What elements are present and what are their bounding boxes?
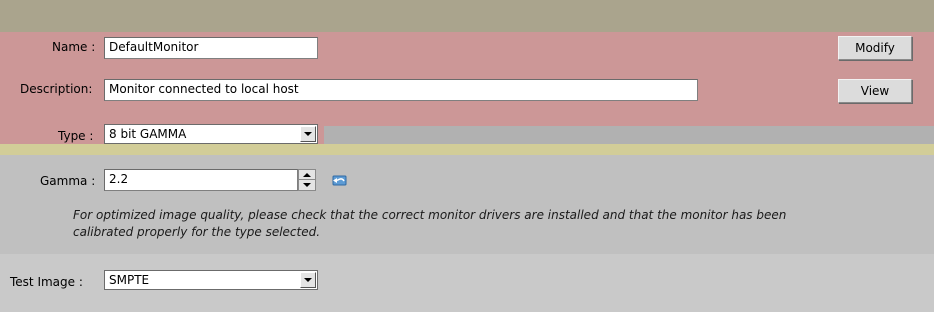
view-button[interactable]: View	[838, 79, 912, 103]
calibration-note-line2: calibrated properly for the type selecte…	[73, 225, 321, 239]
section-separator	[0, 144, 934, 155]
gamma-spinner[interactable]	[298, 169, 316, 191]
top-band	[0, 0, 934, 32]
type-row-background	[324, 126, 934, 144]
type-select-value: 8 bit GAMMA	[109, 127, 187, 141]
type-select[interactable]: 8 bit GAMMA	[104, 124, 318, 144]
reset-arrow-icon[interactable]	[330, 173, 348, 187]
spin-up-icon[interactable]	[299, 170, 315, 180]
calibration-note-line1: For optimized image quality, please chec…	[73, 208, 787, 222]
test-image-label: Test Image :	[10, 275, 83, 289]
test-image-select-value: SMPTE	[109, 273, 150, 287]
gamma-input[interactable]: 2.2	[104, 169, 298, 191]
modify-button[interactable]: Modify	[838, 36, 912, 60]
calibration-note: For optimized image quality, please chec…	[73, 207, 786, 241]
type-label: Type :	[58, 129, 94, 143]
gamma-label: Gamma :	[40, 174, 96, 188]
name-input[interactable]: DefaultMonitor	[104, 37, 318, 59]
spin-down-icon[interactable]	[299, 180, 315, 190]
name-label: Name :	[52, 40, 96, 54]
chevron-down-icon[interactable]	[300, 272, 316, 288]
chevron-down-icon[interactable]	[300, 126, 316, 142]
description-input[interactable]: Monitor connected to local host	[104, 79, 698, 101]
test-image-select[interactable]: SMPTE	[104, 270, 318, 290]
description-label: Description:	[20, 82, 93, 96]
